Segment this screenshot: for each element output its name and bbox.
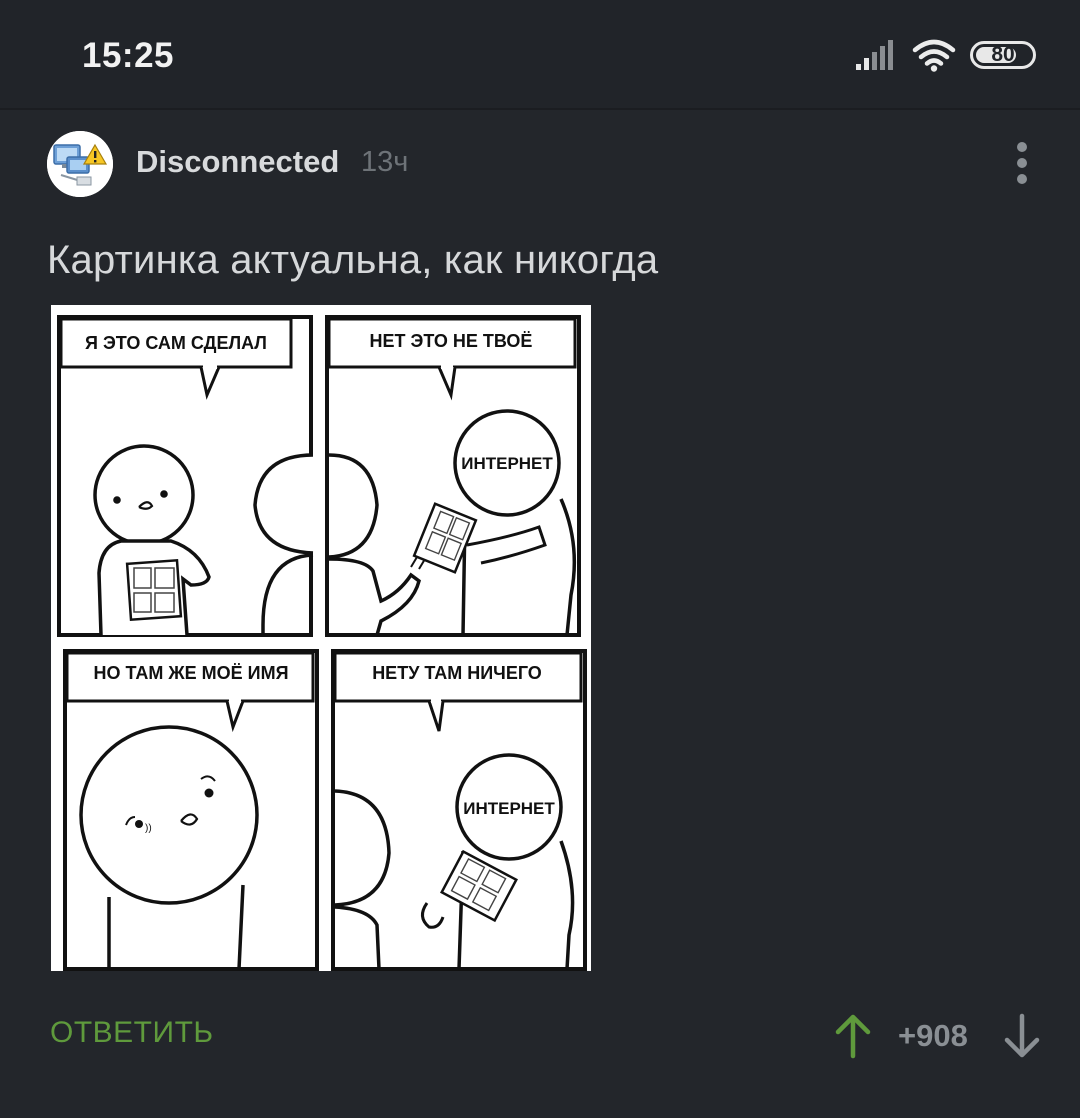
comic-panel-1: Я ЭТО САМ СДЕЛАЛ bbox=[57, 315, 314, 637]
comic-image: Я ЭТО САМ СДЕЛАЛ НЕТ ЭТО НЕ ТВОЁ ИНТЕРНЕ… bbox=[51, 305, 591, 971]
panel-caption: Я ЭТО САМ СДЕЛАЛ bbox=[85, 333, 267, 353]
more-options-icon[interactable] bbox=[1004, 136, 1040, 194]
head-label: ИНТЕРНЕТ bbox=[461, 454, 553, 473]
battery-level: 80 bbox=[991, 43, 1015, 66]
wifi-icon bbox=[912, 39, 956, 72]
avatar[interactable] bbox=[47, 131, 113, 197]
post-text: Картинка актуальна, как никогда bbox=[47, 238, 659, 282]
upvote-arrow-icon[interactable] bbox=[833, 1012, 873, 1060]
downvote-arrow-icon[interactable] bbox=[1002, 1012, 1042, 1060]
post-timestamp: 13ч bbox=[361, 146, 409, 178]
comic-panel-3: НО ТАМ ЖЕ МОЁ ИМЯ )) bbox=[63, 649, 319, 971]
network-warning-icon bbox=[47, 131, 113, 197]
post-header: Disconnected 13ч bbox=[0, 128, 1080, 198]
head-label: ИНТЕРНЕТ bbox=[463, 799, 555, 818]
reply-button[interactable]: ОТВЕТИТЬ bbox=[50, 1016, 214, 1050]
battery-icon: 80 bbox=[970, 41, 1036, 69]
comic-panel-2: НЕТ ЭТО НЕ ТВОЁ ИНТЕРНЕТ bbox=[325, 315, 581, 637]
post-image[interactable]: Я ЭТО САМ СДЕЛАЛ НЕТ ЭТО НЕ ТВОЁ ИНТЕРНЕ… bbox=[51, 305, 591, 971]
author-name[interactable]: Disconnected bbox=[136, 144, 339, 180]
panel-caption: НЕТ ЭТО НЕ ТВОЁ bbox=[370, 331, 533, 351]
status-time: 15:25 bbox=[82, 36, 175, 75]
signal-icon bbox=[856, 40, 893, 70]
comic-panel-4: НЕТУ ТАМ НИЧЕГО ИНТЕРНЕТ bbox=[331, 649, 587, 971]
panel-caption: НО ТАМ ЖЕ МОЁ ИМЯ bbox=[93, 663, 288, 683]
panel-caption: НЕТУ ТАМ НИЧЕГО bbox=[372, 663, 542, 683]
status-bar: 15:25 80 bbox=[0, 0, 1080, 110]
svg-text:)): )) bbox=[145, 823, 152, 834]
score-value: +908 bbox=[898, 1018, 968, 1053]
